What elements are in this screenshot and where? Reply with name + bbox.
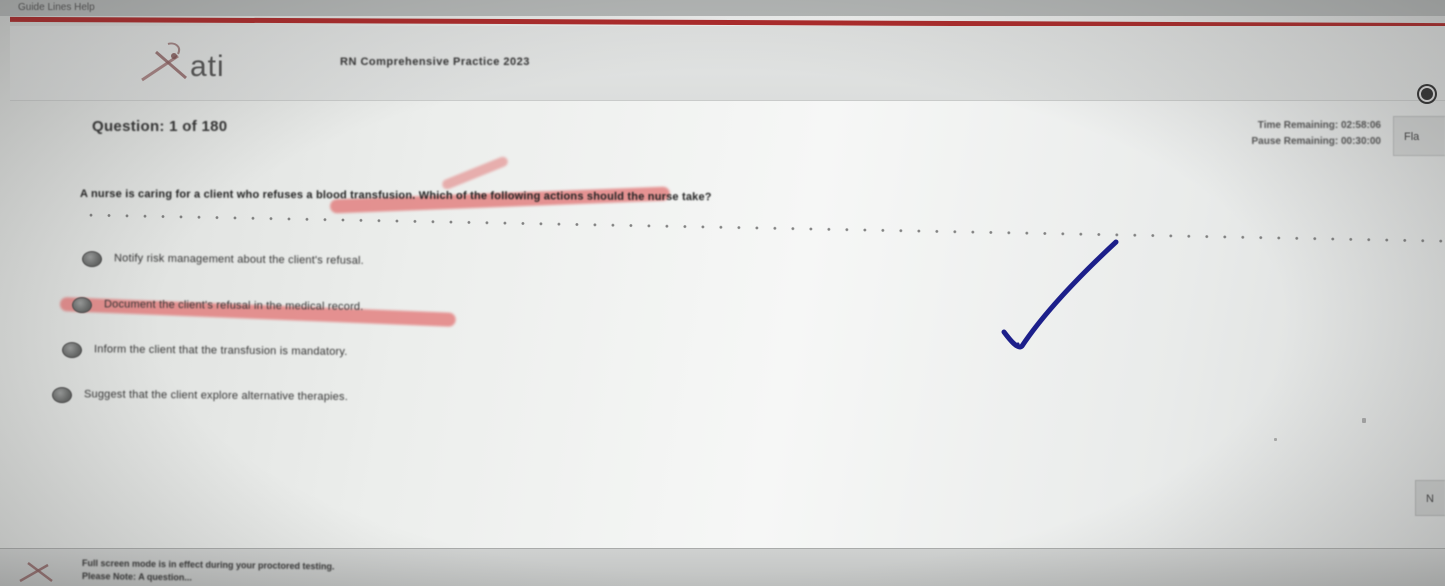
app-menubar-text[interactable]: Guide Lines Help bbox=[18, 2, 95, 13]
highlighter-mark bbox=[440, 155, 510, 191]
question-counter: Question: 1 of 180 bbox=[92, 118, 228, 135]
radio-button[interactable] bbox=[51, 387, 73, 404]
photographed-screen: Guide Lines Help ati RN Comprehensive Pr… bbox=[0, 0, 1445, 586]
screen-speck bbox=[1274, 438, 1277, 441]
ati-logo-text: ati bbox=[190, 50, 225, 83]
exam-title: RN Comprehensive Practice 2023 bbox=[340, 56, 530, 68]
settings-icon[interactable] bbox=[1419, 86, 1435, 102]
answer-option-label: Inform the client that the transfusion i… bbox=[93, 343, 348, 358]
answer-option-label: Notify risk management about the client'… bbox=[113, 252, 365, 267]
footer-note: Full screen mode is in effect during you… bbox=[81, 558, 335, 572]
radio-button[interactable] bbox=[71, 297, 93, 314]
pause-remaining: Pause Remaining: 00:30:00 bbox=[1251, 136, 1382, 147]
app-menubar: Guide Lines Help bbox=[0, 0, 1445, 16]
ati-logo-icon bbox=[141, 42, 187, 82]
ati-logo: ati bbox=[138, 36, 278, 92]
timers: Time Remaining: 02:58:06 Pause Remaining… bbox=[1252, 118, 1382, 150]
header: ati RN Comprehensive Practice 2023 bbox=[10, 26, 1445, 102]
handwritten-checkmark-icon bbox=[1001, 239, 1119, 350]
question-stem: A nurse is caring for a client who refus… bbox=[79, 188, 712, 204]
radio-button[interactable] bbox=[81, 251, 103, 268]
radio-button[interactable] bbox=[61, 342, 83, 359]
dotted-divider bbox=[81, 213, 1445, 244]
answer-option-label: Suggest that the client explore alternat… bbox=[83, 388, 349, 404]
screen-speck bbox=[1362, 418, 1366, 423]
footer: Full screen mode is in effect during you… bbox=[0, 548, 1445, 586]
footer-logo-icon bbox=[19, 562, 53, 583]
time-remaining: Time Remaining: 02:58:06 bbox=[1257, 120, 1381, 131]
flag-button[interactable]: Fla bbox=[1393, 116, 1445, 156]
next-button[interactable]: N bbox=[1415, 480, 1445, 516]
footer-note: Please Note: A question... bbox=[81, 571, 192, 583]
